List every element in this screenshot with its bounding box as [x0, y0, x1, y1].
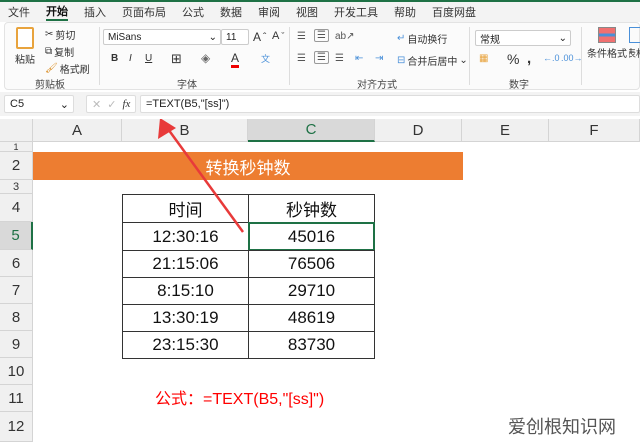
tab-developer[interactable]: 开发工具: [334, 4, 378, 20]
tab-formulas[interactable]: 公式: [182, 4, 204, 20]
brush-icon: 🖌: [45, 63, 58, 74]
clipboard-group-label: 剪贴板: [35, 80, 65, 91]
enter-icon[interactable]: ✓: [107, 98, 116, 111]
conditional-formatting-button[interactable]: 条件格式: [587, 27, 627, 60]
underline-button[interactable]: U: [145, 53, 152, 64]
tab-help[interactable]: 帮助: [394, 4, 416, 20]
font-group-label: 字体: [177, 80, 197, 91]
comma-button[interactable]: ,: [527, 50, 531, 67]
spreadsheet-grid[interactable]: A B C D E F 1 2 3 4 5 6 7 8 9 10 11 12 转…: [0, 119, 640, 442]
clipboard-icon: [16, 27, 34, 49]
tab-home[interactable]: 开始: [46, 3, 68, 21]
tab-file[interactable]: 文件: [8, 4, 30, 20]
formula-controls: ✕ ✓ fx: [86, 95, 136, 113]
formula-input[interactable]: =TEXT(B5,"[ss]"): [140, 95, 640, 113]
font-color-icon[interactable]: A: [231, 51, 240, 68]
decrease-font-icon[interactable]: Aˇ: [272, 30, 284, 42]
bold-button[interactable]: B: [111, 53, 118, 64]
tab-baidu-netdisk[interactable]: 百度网盘: [432, 4, 476, 20]
paste-button[interactable]: 粘贴: [15, 27, 35, 66]
decrease-indent-icon[interactable]: ⇤: [355, 53, 363, 64]
fill-color-icon[interactable]: ◈: [201, 51, 210, 65]
wrap-text-button[interactable]: ↵ 自动换行: [397, 31, 447, 46]
annotation-arrow: [158, 119, 245, 233]
tab-insert[interactable]: 插入: [84, 4, 106, 20]
align-center-icon[interactable]: ☰: [314, 51, 329, 64]
number-group-label: 数字: [509, 80, 529, 91]
borders-icon[interactable]: ⊞: [171, 51, 182, 67]
copy-icon: ⧉: [45, 46, 53, 57]
tab-page-layout[interactable]: 页面布局: [122, 4, 166, 20]
number-format-select[interactable]: 常规 ⌄: [475, 30, 571, 46]
currency-icon[interactable]: ▦: [479, 53, 488, 64]
format-as-table-button[interactable]: 套用表格格式: [629, 27, 640, 60]
decrease-decimal-icon[interactable]: .00→: [561, 53, 583, 63]
conditional-format-icon: [598, 27, 616, 43]
align-right-icon[interactable]: ☰: [335, 53, 344, 64]
format-painter-button[interactable]: 🖌 格式刷: [45, 61, 90, 76]
font-name-select[interactable]: MiSans ⌄: [103, 29, 221, 45]
ribbon-tabs: 文件 开始 插入 页面布局 公式 数据 审阅 视图 开发工具 帮助 百度网盘: [0, 2, 640, 22]
alignment-group-label: 对齐方式: [357, 80, 397, 91]
arrow-shaft: [166, 128, 245, 233]
merge-icon: ⊟: [397, 55, 406, 66]
copy-button[interactable]: ⧉ 复制: [45, 44, 74, 59]
increase-font-icon[interactable]: Aˆ: [253, 30, 266, 44]
cancel-icon[interactable]: ✕: [92, 98, 101, 111]
wrap-icon: ↵: [397, 33, 406, 44]
chevron-down-icon: ⌄: [208, 31, 217, 43]
function-icon[interactable]: fx: [122, 98, 130, 110]
table-icon: [629, 27, 640, 43]
increase-indent-icon[interactable]: ⇥: [375, 53, 383, 64]
merge-center-button[interactable]: ⊟ 合并后居中 ⌄: [397, 53, 468, 68]
cut-button[interactable]: ✂ 剪切: [45, 27, 75, 42]
percent-button[interactable]: %: [507, 51, 519, 67]
ribbon: 粘贴 ✂ 剪切 ⧉ 复制 🖌 格式刷 剪贴板 MiSans ⌄ 11 Aˆ Aˇ B I…: [4, 22, 640, 91]
formula-bar: C5 ⌄ ✕ ✓ fx =TEXT(B5,"[ss]"): [0, 92, 640, 116]
align-middle-icon[interactable]: ☰: [314, 29, 329, 42]
tab-view[interactable]: 视图: [296, 4, 318, 20]
increase-decimal-icon[interactable]: ←.0: [543, 53, 560, 63]
orientation-icon[interactable]: ab↗: [335, 31, 355, 42]
phonetic-icon[interactable]: 文: [261, 52, 270, 65]
font-size-select[interactable]: 11: [221, 29, 249, 45]
name-box[interactable]: C5 ⌄: [4, 95, 74, 113]
align-top-icon[interactable]: ☰: [297, 31, 306, 42]
align-left-icon[interactable]: ☰: [297, 53, 306, 64]
scissors-icon: ✂: [45, 29, 54, 40]
tab-data[interactable]: 数据: [220, 4, 242, 20]
tab-review[interactable]: 审阅: [258, 4, 280, 20]
italic-button[interactable]: I: [129, 53, 132, 64]
